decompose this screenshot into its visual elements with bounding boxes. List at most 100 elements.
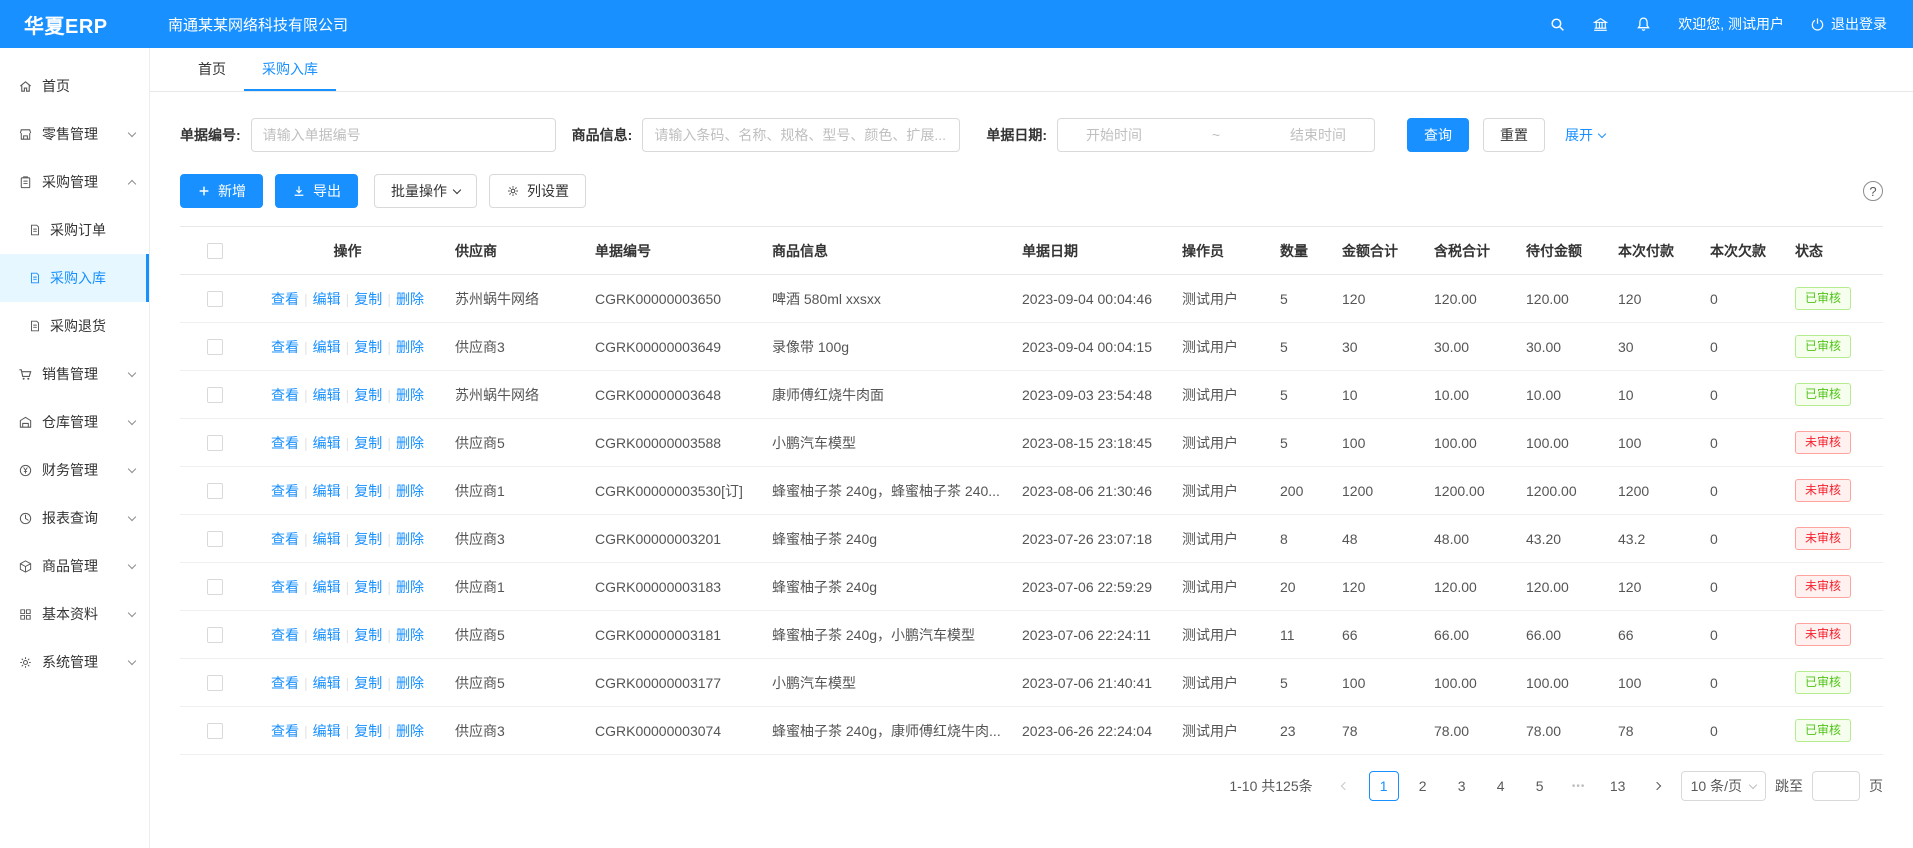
edit-link[interactable]: 编辑 — [313, 579, 341, 595]
sidebar-item-purchase-inbound[interactable]: 采购入库 — [0, 254, 149, 302]
row-checkbox[interactable] — [207, 627, 223, 643]
copy-link[interactable]: 复制 — [354, 483, 382, 499]
notification-bell-icon[interactable] — [1635, 16, 1652, 33]
bank-icon[interactable] — [1592, 16, 1609, 33]
view-link[interactable]: 查看 — [271, 291, 299, 307]
edit-link[interactable]: 编辑 — [313, 723, 341, 739]
column-settings-button[interactable]: 列设置 — [489, 174, 586, 208]
column-header[interactable]: 状态 — [1785, 227, 1883, 275]
column-header[interactable]: 单据编号 — [585, 227, 762, 275]
doc-number-input[interactable] — [251, 118, 556, 152]
page-button-1[interactable]: 1 — [1369, 771, 1399, 801]
app-logo[interactable]: 华夏ERP — [0, 10, 150, 39]
column-header[interactable]: 本次欠款 — [1700, 227, 1785, 275]
delete-link[interactable]: 删除 — [396, 387, 424, 403]
delete-link[interactable]: 删除 — [396, 675, 424, 691]
next-page-button[interactable] — [1642, 771, 1672, 801]
column-header[interactable]: 供应商 — [445, 227, 585, 275]
batch-actions-button[interactable]: 批量操作 — [374, 174, 477, 208]
view-link[interactable]: 查看 — [271, 387, 299, 403]
export-button[interactable]: 导出 — [275, 174, 358, 208]
sidebar-item-home[interactable]: 首页 — [0, 62, 149, 110]
copy-link[interactable]: 复制 — [354, 579, 382, 595]
sidebar-item-purchase[interactable]: 采购管理 — [0, 158, 149, 206]
copy-link[interactable]: 复制 — [354, 291, 382, 307]
view-link[interactable]: 查看 — [271, 339, 299, 355]
column-header[interactable]: 含税合计 — [1424, 227, 1516, 275]
column-header[interactable]: 待付金额 — [1516, 227, 1608, 275]
page-button-2[interactable]: 2 — [1408, 771, 1438, 801]
copy-link[interactable]: 复制 — [354, 531, 382, 547]
sidebar-item-report[interactable]: 报表查询 — [0, 494, 149, 542]
row-checkbox[interactable] — [207, 435, 223, 451]
row-checkbox[interactable] — [207, 291, 223, 307]
reset-button[interactable]: 重置 — [1483, 118, 1545, 152]
delete-link[interactable]: 删除 — [396, 483, 424, 499]
sidebar-item-basic[interactable]: 基本资料 — [0, 590, 149, 638]
copy-link[interactable]: 复制 — [354, 675, 382, 691]
edit-link[interactable]: 编辑 — [313, 435, 341, 451]
row-checkbox[interactable] — [207, 723, 223, 739]
column-header[interactable]: 金额合计 — [1332, 227, 1424, 275]
product-info-input[interactable] — [642, 118, 960, 152]
help-icon[interactable]: ? — [1863, 181, 1883, 201]
delete-link[interactable]: 删除 — [396, 627, 424, 643]
sidebar-item-retail[interactable]: 零售管理 — [0, 110, 149, 158]
row-checkbox[interactable] — [207, 531, 223, 547]
page-button-4[interactable]: 4 — [1486, 771, 1516, 801]
column-header[interactable]: 操作 — [250, 227, 445, 275]
tab-home[interactable]: 首页 — [180, 48, 244, 91]
view-link[interactable]: 查看 — [271, 531, 299, 547]
delete-link[interactable]: 删除 — [396, 339, 424, 355]
edit-link[interactable]: 编辑 — [313, 483, 341, 499]
view-link[interactable]: 查看 — [271, 579, 299, 595]
sidebar-item-sales[interactable]: 销售管理 — [0, 350, 149, 398]
edit-link[interactable]: 编辑 — [313, 387, 341, 403]
column-header[interactable]: 数量 — [1270, 227, 1332, 275]
column-header[interactable]: 商品信息 — [762, 227, 1012, 275]
prev-page-button[interactable] — [1330, 771, 1360, 801]
copy-link[interactable]: 复制 — [354, 339, 382, 355]
row-checkbox[interactable] — [207, 483, 223, 499]
search-icon[interactable] — [1549, 16, 1566, 33]
copy-link[interactable]: 复制 — [354, 387, 382, 403]
page-button-3[interactable]: 3 — [1447, 771, 1477, 801]
delete-link[interactable]: 删除 — [396, 291, 424, 307]
column-header[interactable]: 本次付款 — [1608, 227, 1700, 275]
row-checkbox[interactable] — [207, 387, 223, 403]
tab-purchase-inbound[interactable]: 采购入库 — [244, 48, 336, 91]
column-header[interactable]: 单据日期 — [1012, 227, 1172, 275]
delete-link[interactable]: 删除 — [396, 723, 424, 739]
row-checkbox[interactable] — [207, 579, 223, 595]
delete-link[interactable]: 删除 — [396, 435, 424, 451]
edit-link[interactable]: 编辑 — [313, 291, 341, 307]
view-link[interactable]: 查看 — [271, 483, 299, 499]
expand-filters-link[interactable]: 展开 — [1565, 125, 1605, 145]
sidebar-item-system[interactable]: 系统管理 — [0, 638, 149, 686]
delete-link[interactable]: 删除 — [396, 531, 424, 547]
edit-link[interactable]: 编辑 — [313, 531, 341, 547]
sidebar-item-purchase-return[interactable]: 采购退货 — [0, 302, 149, 350]
search-button[interactable]: 查询 — [1407, 118, 1469, 152]
edit-link[interactable]: 编辑 — [313, 675, 341, 691]
sidebar-item-goods[interactable]: 商品管理 — [0, 542, 149, 590]
view-link[interactable]: 查看 — [271, 723, 299, 739]
row-checkbox[interactable] — [207, 339, 223, 355]
sidebar-item-purchase-order[interactable]: 采购订单 — [0, 206, 149, 254]
view-link[interactable]: 查看 — [271, 435, 299, 451]
jump-page-input[interactable] — [1812, 771, 1860, 801]
page-size-select[interactable]: 10 条/页 — [1681, 771, 1766, 801]
view-link[interactable]: 查看 — [271, 627, 299, 643]
sidebar-item-finance[interactable]: 财务管理 — [0, 446, 149, 494]
page-button-13[interactable]: 13 — [1603, 771, 1633, 801]
edit-link[interactable]: 编辑 — [313, 339, 341, 355]
copy-link[interactable]: 复制 — [354, 723, 382, 739]
copy-link[interactable]: 复制 — [354, 627, 382, 643]
page-button-5[interactable]: 5 — [1525, 771, 1555, 801]
add-button[interactable]: 新增 — [180, 174, 263, 208]
delete-link[interactable]: 删除 — [396, 579, 424, 595]
copy-link[interactable]: 复制 — [354, 435, 382, 451]
edit-link[interactable]: 编辑 — [313, 627, 341, 643]
view-link[interactable]: 查看 — [271, 675, 299, 691]
logout-button[interactable]: 退出登录 — [1810, 14, 1887, 34]
